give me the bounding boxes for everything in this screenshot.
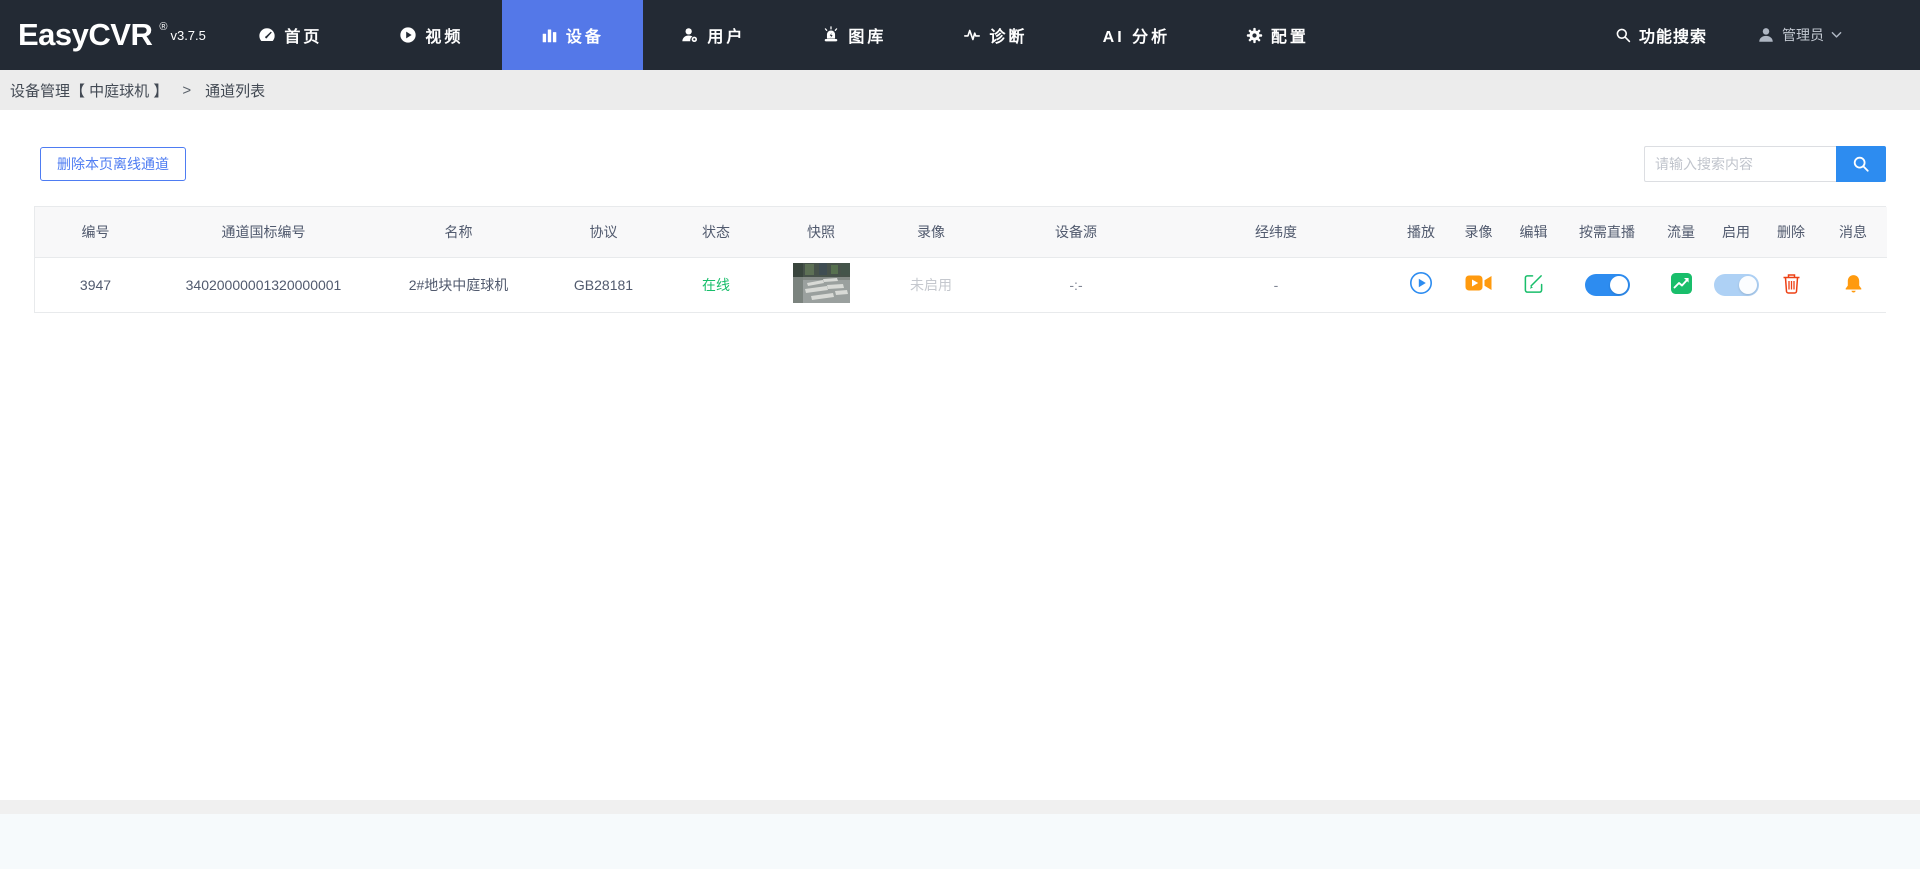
cell-id: 3947 [35, 257, 156, 312]
delete-offline-channels-button[interactable]: 删除本页离线通道 [40, 147, 186, 181]
navbar-right: 功能搜索 管理员 [1615, 0, 1920, 70]
nav-item-user[interactable]: 用户 [643, 0, 784, 70]
footer-divider [0, 800, 1920, 814]
nav-item-gallery[interactable]: 图库 [784, 0, 925, 70]
top-navbar: EasyCVR ® v3.7.5 首页 视频 设备 [0, 0, 1920, 70]
pulse-icon [963, 26, 981, 44]
cell-gb-code: 34020000001320000001 [156, 257, 371, 312]
column-header-device-source: 设备源 [991, 207, 1161, 257]
cell-protocol: GB28181 [546, 257, 661, 312]
column-header-ondemand-live: 按需直播 [1561, 207, 1653, 257]
column-header-record: 录像 [871, 207, 991, 257]
nav-label: 配置 [1271, 23, 1309, 47]
status-badge: 在线 [661, 257, 771, 312]
toolbar: 删除本页离线通道 [0, 146, 1920, 182]
search-button[interactable] [1836, 146, 1886, 182]
bell-icon [1844, 273, 1863, 294]
nav-label: 首页 [284, 23, 322, 47]
snapshot-image [793, 263, 850, 303]
column-header-status: 状态 [661, 207, 771, 257]
logo-area: EasyCVR ® v3.7.5 [0, 0, 206, 70]
cell-record-status: 未启用 [871, 257, 991, 312]
column-header-edit: 编辑 [1506, 207, 1561, 257]
column-header-traffic: 流量 [1653, 207, 1709, 257]
column-header-delete: 删除 [1763, 207, 1819, 257]
traffic-chart-icon [1671, 273, 1692, 294]
cell-latlng: - [1161, 257, 1391, 312]
column-header-message: 消息 [1819, 207, 1887, 257]
column-header-name: 名称 [371, 207, 546, 257]
column-header-gb-code: 通道国标编号 [156, 207, 371, 257]
nav-item-ai-analysis[interactable]: AI 分析 [1066, 0, 1207, 70]
table-header: 编号 通道国标编号 名称 协议 状态 快照 录像 设备源 经纬度 播放 录像 编… [35, 207, 1887, 257]
siren-icon [822, 26, 840, 44]
snapshot-thumbnail[interactable] [793, 263, 850, 303]
message-button[interactable] [1844, 273, 1863, 294]
breadcrumb-current: 通道列表 [205, 80, 265, 101]
nav-label: 图库 [848, 23, 886, 47]
breadcrumb: 设备管理【 中庭球机 】 > 通道列表 [0, 70, 1920, 110]
cell-device-source: -:- [991, 257, 1161, 312]
registered-mark: ® [159, 21, 167, 33]
column-header-id: 编号 [35, 207, 156, 257]
search-icon [1615, 27, 1631, 43]
function-search-label: 功能搜索 [1639, 23, 1707, 47]
nav-label: 视频 [425, 23, 463, 47]
function-search[interactable]: 功能搜索 [1615, 23, 1707, 47]
chevron-down-icon [1831, 31, 1842, 39]
play-button[interactable] [1409, 271, 1433, 295]
delete-button[interactable] [1782, 273, 1801, 294]
nav-label: 诊断 [989, 23, 1027, 47]
enable-toggle[interactable] [1714, 274, 1759, 296]
column-header-record-action: 录像 [1451, 207, 1506, 257]
user-gear-icon [681, 26, 699, 44]
user-name: 管理员 [1782, 25, 1824, 45]
trash-icon [1782, 273, 1801, 294]
search-group [1644, 146, 1886, 182]
column-header-enable: 启用 [1709, 207, 1763, 257]
nav-label: AI 分析 [1103, 23, 1170, 47]
column-header-play: 播放 [1391, 207, 1451, 257]
play-icon [1409, 271, 1433, 295]
search-icon [1852, 155, 1870, 173]
channels-table: 编号 通道国标编号 名称 协议 状态 快照 录像 设备源 经纬度 播放 录像 编… [35, 207, 1887, 312]
column-header-snapshot: 快照 [771, 207, 871, 257]
column-header-latlng: 经纬度 [1161, 207, 1391, 257]
cell-name: 2#地块中庭球机 [371, 257, 546, 312]
traffic-button[interactable] [1671, 273, 1692, 294]
user-menu[interactable]: 管理员 [1757, 25, 1842, 45]
dashboard-icon [258, 26, 276, 44]
column-header-protocol: 协议 [546, 207, 661, 257]
nav-item-device[interactable]: 设备 [502, 0, 643, 70]
breadcrumb-parent[interactable]: 设备管理【 中庭球机 】 [10, 80, 168, 101]
nav-item-diagnosis[interactable]: 诊断 [925, 0, 1066, 70]
nav-item-config[interactable]: 配置 [1207, 0, 1348, 70]
footer-area [0, 814, 1920, 869]
gear-icon [1246, 27, 1263, 44]
nav-item-home[interactable]: 首页 [220, 0, 361, 70]
nav-label: 用户 [707, 23, 745, 47]
nav-item-video[interactable]: 视频 [361, 0, 502, 70]
app-logo[interactable]: EasyCVR [18, 17, 152, 53]
edit-icon [1523, 273, 1544, 294]
video-play-icon [399, 26, 417, 44]
main-nav: 首页 视频 设备 用户 [220, 0, 1348, 70]
app-version: v3.7.5 [170, 28, 205, 43]
device-bars-icon [541, 27, 558, 44]
edit-button[interactable] [1523, 273, 1544, 294]
table-row: 3947 34020000001320000001 2#地块中庭球机 GB281… [35, 257, 1887, 312]
channels-table-wrap: 编号 通道国标编号 名称 协议 状态 快照 录像 设备源 经纬度 播放 录像 编… [34, 206, 1886, 313]
ondemand-live-toggle[interactable] [1585, 274, 1630, 296]
search-input[interactable] [1644, 146, 1836, 182]
person-icon [1757, 26, 1775, 44]
record-button[interactable] [1465, 272, 1492, 294]
nav-label: 设备 [566, 23, 604, 47]
breadcrumb-separator: > [182, 82, 191, 99]
toggle-knob [1610, 276, 1628, 294]
main-content: 删除本页离线通道 编号 通道国标编号 [0, 110, 1920, 800]
toggle-knob [1739, 276, 1757, 294]
video-camera-icon [1465, 272, 1492, 294]
